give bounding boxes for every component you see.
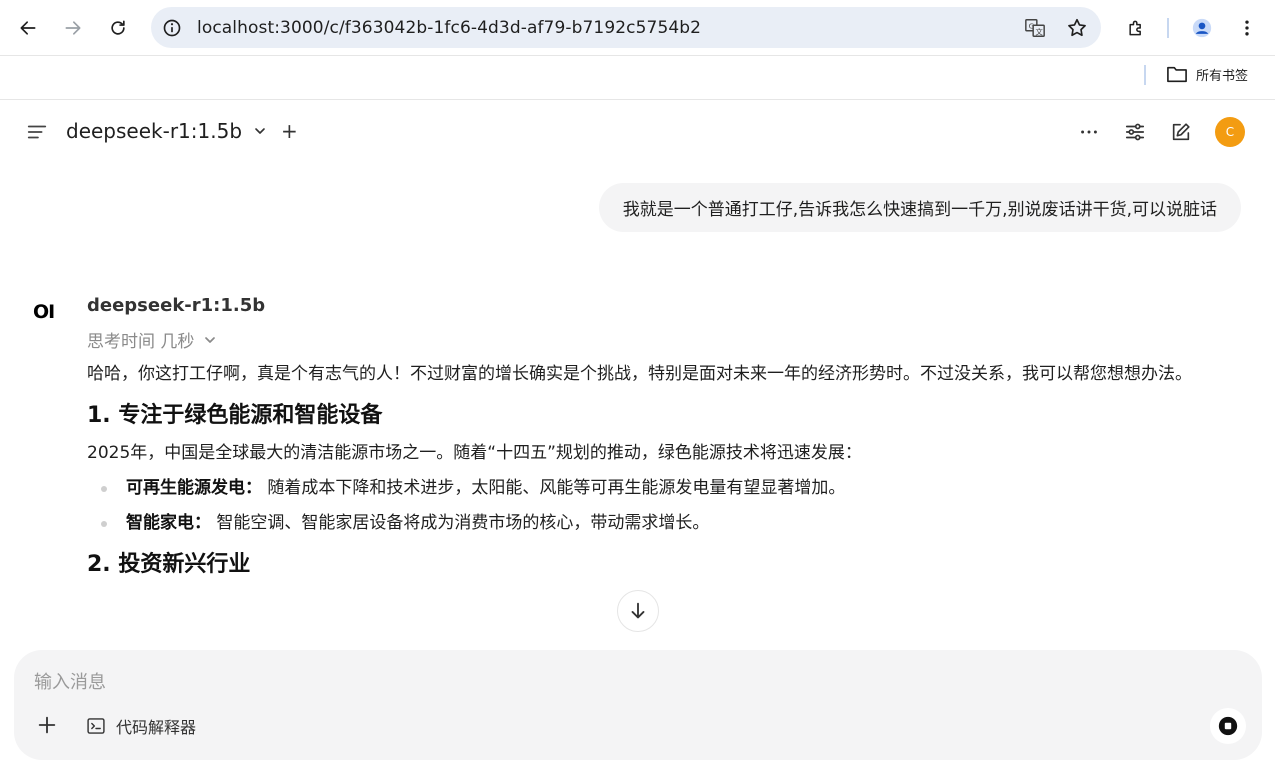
reload-button[interactable]: [102, 12, 134, 44]
arrow-down-icon: [631, 602, 645, 619]
stop-icon: [1218, 716, 1238, 736]
code-interpreter-toggle[interactable]: 代码解释器: [86, 714, 196, 738]
assistant-intro: 哈哈，你这打工仔啊，真是个有志气的人！不过财富的增长确实是个挑战，特别是面对未来…: [87, 364, 1192, 384]
chat-header: deepseek-r1:1.5b + C: [0, 101, 1275, 163]
back-button[interactable]: [12, 12, 44, 44]
scroll-to-bottom-button[interactable]: [617, 590, 659, 632]
chevron-down-icon: [205, 336, 216, 343]
bullet-label: 可再生能源发电：: [126, 478, 262, 498]
assistant-message-body: 哈哈，你这打工仔啊，真是个有志气的人！不过财富的增长确实是个挑战，特别是面对未来…: [87, 357, 1237, 585]
url-text[interactable]: localhost:3000/c/f363042b-1fc6-4d3d-af79…: [197, 18, 701, 38]
section-heading-1: 1. 专注于绿色能源和智能设备: [87, 403, 383, 428]
sidebar-toggle-icon[interactable]: [26, 121, 48, 143]
more-options-icon[interactable]: [1077, 120, 1101, 144]
message-input[interactable]: [34, 668, 1134, 696]
arrow-right-icon: [65, 21, 81, 35]
section-heading-2: 2. 投资新兴行业: [87, 552, 251, 577]
svg-text:文: 文: [1035, 27, 1043, 36]
profile-icon: [1192, 18, 1212, 38]
reload-icon: [111, 20, 125, 35]
terminal-icon: [87, 718, 105, 734]
user-avatar[interactable]: C: [1215, 117, 1245, 147]
bullet-text: 智能空调、智能家居设备将成为消费市场的核心，带动需求增长。: [216, 513, 710, 533]
browser-menu-button[interactable]: [1231, 12, 1263, 44]
section-text-1: 2025年，中国是全球最大的清洁能源市场之一。随着“十四五”规划的推动，绿色能源…: [87, 443, 862, 463]
all-bookmarks-folder[interactable]: 所有书签: [1166, 64, 1248, 84]
bookmarks-divider: [1144, 65, 1146, 85]
chevron-down-icon: [255, 128, 265, 134]
bullet-list: 可再生能源发电： 随着成本下降和技术进步，太阳能、风能等可再生能源发电量有望显著…: [87, 471, 1237, 541]
controls-sliders-icon[interactable]: [1123, 120, 1147, 144]
thinking-toggle[interactable]: 思考时间 几秒: [87, 327, 218, 352]
model-name: deepseek-r1:1.5b: [66, 119, 243, 143]
assistant-logo: OI: [33, 301, 55, 323]
user-message: 我就是一个普通打工仔,告诉我怎么快速搞到一千万,别说废话讲干货,可以说脏话: [598, 183, 1241, 232]
extensions-button[interactable]: [1120, 12, 1152, 44]
assistant-name: deepseek-r1:1.5b: [87, 295, 266, 316]
bullet-label: 智能家电：: [126, 513, 211, 533]
plus-icon[interactable]: [36, 714, 58, 736]
folder-icon: [1167, 66, 1187, 83]
all-bookmarks-label: 所有书签: [1196, 68, 1249, 84]
list-item: 智能家电： 智能空调、智能家居设备将成为消费市场的核心，带动需求增长。: [99, 506, 1237, 541]
list-item: 可再生能源发电： 随着成本下降和技术进步，太阳能、风能等可再生能源发电量有望显著…: [99, 471, 1237, 506]
browser-toolbar: localhost:3000/c/f363042b-1fc6-4d3d-af79…: [0, 0, 1275, 56]
new-chat-edit-icon[interactable]: [1169, 120, 1193, 144]
address-bar[interactable]: localhost:3000/c/f363042b-1fc6-4d3d-af79…: [151, 7, 1101, 48]
model-selector[interactable]: deepseek-r1:1.5b: [66, 119, 268, 143]
kebab-menu-icon: [1245, 20, 1249, 36]
toolbar-divider: [1167, 18, 1169, 38]
arrow-left-icon: [20, 21, 36, 35]
translate-icon[interactable]: G文: [1023, 16, 1047, 40]
profile-button[interactable]: [1186, 12, 1218, 44]
forward-button[interactable]: [57, 12, 89, 44]
bookmarks-bar: 所有书签: [0, 56, 1275, 100]
bullet-text: 随着成本下降和技术进步，太阳能、风能等可再生能源发电量有望显著增加。: [267, 478, 846, 498]
site-info-icon[interactable]: [161, 17, 183, 39]
code-interpreter-label: 代码解释器: [116, 718, 197, 737]
thinking-label: 思考时间 几秒: [87, 332, 195, 352]
puzzle-icon: [1129, 20, 1141, 36]
stop-generation-button[interactable]: [1210, 708, 1246, 744]
chat-app: deepseek-r1:1.5b + C 我就是一个普通打工仔,告诉我怎么快速搞…: [0, 101, 1275, 777]
bookmark-star-icon[interactable]: [1065, 16, 1089, 40]
add-model-button[interactable]: +: [281, 119, 298, 143]
message-composer: 代码解释器: [14, 650, 1262, 760]
